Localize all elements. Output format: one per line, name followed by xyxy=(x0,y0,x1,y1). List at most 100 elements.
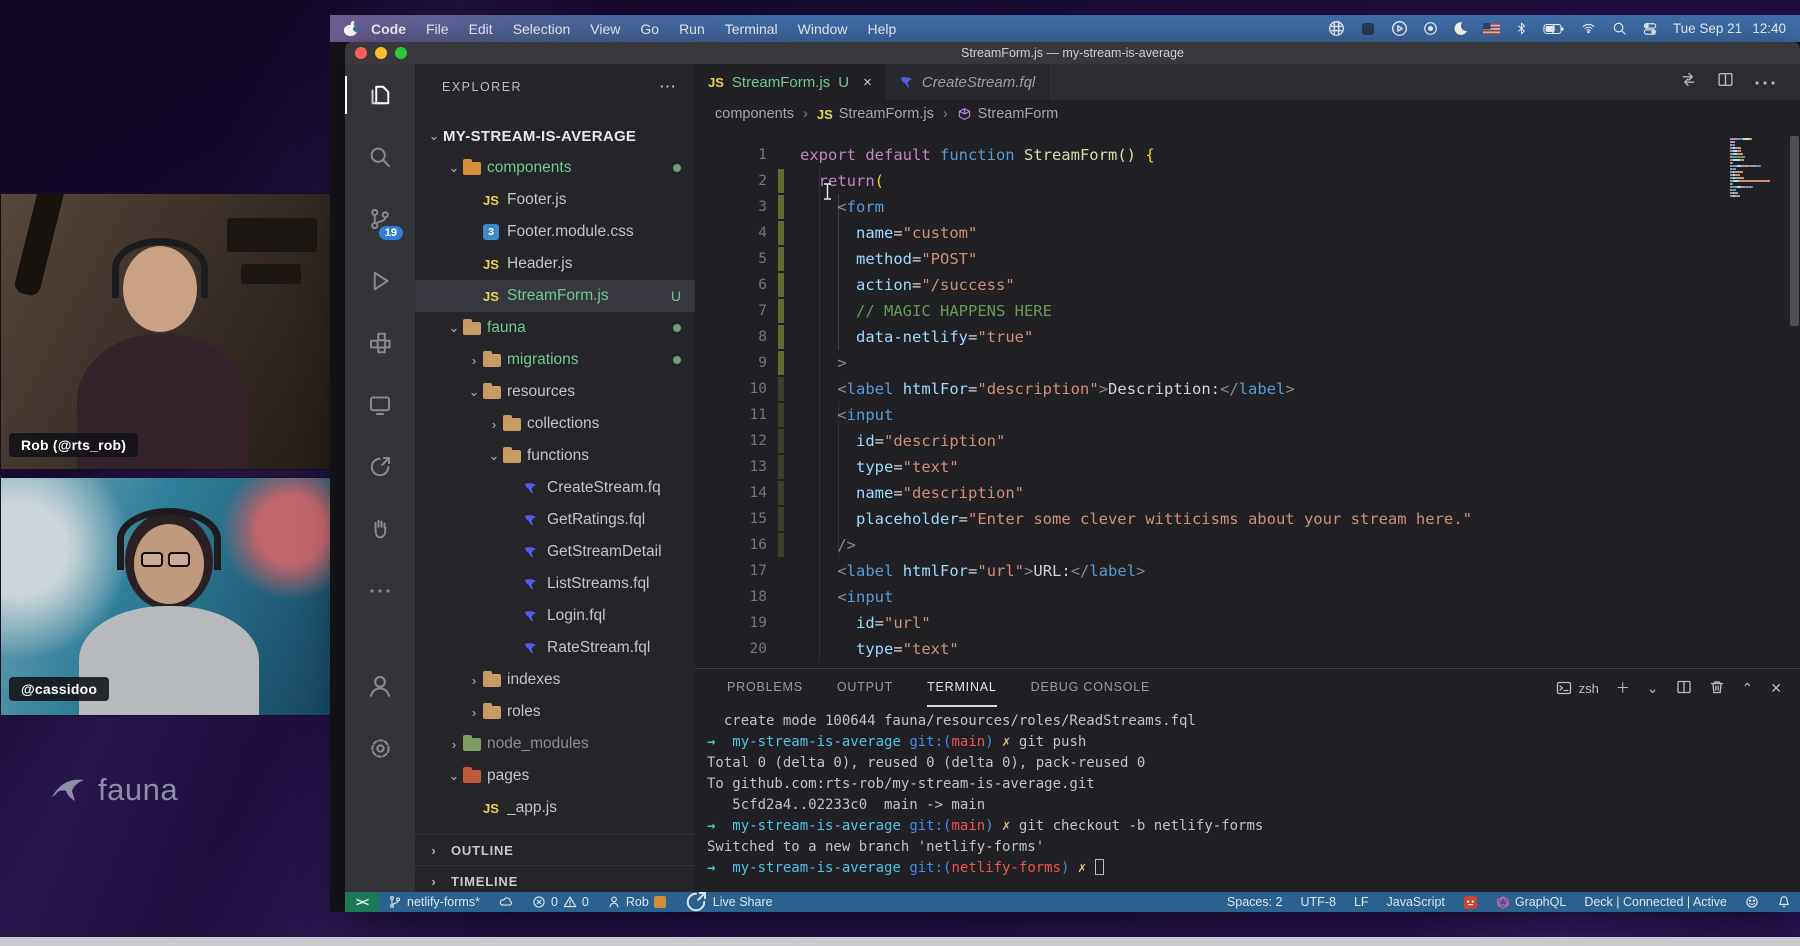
menu-item-file[interactable]: File xyxy=(416,21,459,37)
panel-tab-terminal[interactable]: TERMINAL xyxy=(927,669,997,707)
editor-action-more-actions[interactable] xyxy=(1754,73,1776,91)
tree-item-streamform-js[interactable]: JSStreamForm.jsU xyxy=(415,280,695,312)
editor-tab-createstream-fql[interactable]: CreateStream.fql xyxy=(886,64,1049,100)
tree-item-ratestream-fql[interactable]: RateStream.fql xyxy=(415,632,695,664)
macos-menu-bar: CodeFileEditSelectionViewGoRunTerminalWi… xyxy=(330,15,1800,42)
status-deck-status[interactable]: Deck | Connected | Active xyxy=(1575,892,1736,912)
editor-scrollbar[interactable] xyxy=(1790,136,1799,326)
tree-item-footer-module-css[interactable]: 3Footer.module.css xyxy=(415,216,695,248)
tree-item-label: functions xyxy=(527,447,589,465)
activity-source-control[interactable]: 19 xyxy=(345,188,415,250)
tree-item-getstreamdetails-fql[interactable]: GetStreamDetails.fql xyxy=(415,536,695,568)
menu-item-help[interactable]: Help xyxy=(857,21,906,37)
tree-item-footer-js[interactable]: JSFooter.js xyxy=(415,184,695,216)
activity-search[interactable] xyxy=(345,126,415,188)
css-file-icon: 3 xyxy=(483,224,507,240)
tree-item-getratings-fql[interactable]: GetRatings.fql xyxy=(415,504,695,536)
tree-item-header-js[interactable]: JSHeader.js xyxy=(415,248,695,280)
activity-extensions[interactable] xyxy=(345,312,415,374)
tree-item-createstream-fql[interactable]: CreateStream.fql xyxy=(415,472,695,504)
activity-run-debug[interactable] xyxy=(345,250,415,312)
status-feedback[interactable] xyxy=(1736,892,1768,912)
menu-item-edit[interactable]: Edit xyxy=(459,21,503,37)
tree-item-components[interactable]: ⌄components xyxy=(415,152,695,184)
tree-item-indexes[interactable]: ›indexes xyxy=(415,664,695,696)
tree-item-migrations[interactable]: ›migrations xyxy=(415,344,695,376)
close-panel-icon[interactable]: ✕ xyxy=(1770,680,1782,697)
tab-close-icon[interactable]: × xyxy=(863,74,872,91)
fauna-file-icon xyxy=(523,577,547,592)
tree-item-collections[interactable]: ›collections xyxy=(415,408,695,440)
terminal-instance-picker[interactable]: zsh xyxy=(1556,680,1599,696)
status-notifications[interactable] xyxy=(1768,892,1800,912)
tree-item-roles[interactable]: ›roles xyxy=(415,696,695,728)
activity-raised-hand[interactable] xyxy=(345,498,415,560)
menu-item-terminal[interactable]: Terminal xyxy=(715,21,788,37)
activity-explorer[interactable] xyxy=(345,64,415,126)
status-eol[interactable]: LF xyxy=(1345,892,1378,912)
code-editor[interactable]: 1export default function StreamForm() {2… xyxy=(695,128,1800,668)
explorer-more-actions-icon[interactable]: ⋯ xyxy=(659,77,677,97)
status-language-mode[interactable]: JavaScript xyxy=(1378,892,1454,912)
breadcrumb-components[interactable]: components xyxy=(715,106,794,122)
menu-item-window[interactable]: Window xyxy=(788,21,858,37)
menu-item-run[interactable]: Run xyxy=(669,21,715,37)
tree-item--app-js[interactable]: JS_app.js xyxy=(415,792,695,824)
tree-item-liststreams-fql[interactable]: ListStreams.fql xyxy=(415,568,695,600)
terminal-dropdown-icon[interactable]: ⌄ xyxy=(1647,680,1659,697)
status-encoding[interactable]: UTF-8 xyxy=(1292,892,1345,912)
activity-more-actions[interactable] xyxy=(345,560,415,622)
breadcrumb-streamform[interactable]: StreamForm xyxy=(957,106,1059,122)
maximize-panel-icon[interactable]: ⌃ xyxy=(1742,680,1754,697)
user-avatar xyxy=(654,896,666,908)
menu-item-code[interactable]: Code xyxy=(361,21,416,37)
new-terminal-icon[interactable]: ＋ xyxy=(1616,678,1630,698)
window-title-bar[interactable]: StreamForm.js — my-stream-is-average xyxy=(345,42,1800,64)
status-remote-indicator[interactable]: >< xyxy=(345,892,379,912)
activity-live-share[interactable] xyxy=(345,436,415,498)
minimap[interactable] xyxy=(1730,138,1786,198)
activity-account[interactable] xyxy=(345,655,415,717)
status-graphql-status[interactable]: GraphQL xyxy=(1487,892,1575,912)
split-terminal-icon[interactable] xyxy=(1676,679,1692,698)
apple-menu-icon[interactable] xyxy=(344,22,357,36)
sidebar-section-outline[interactable]: ›OUTLINE xyxy=(415,834,695,865)
editor-action-split-editor[interactable] xyxy=(1717,71,1734,93)
sidebar-section-timeline[interactable]: ›TIMELINE xyxy=(415,865,695,896)
code-text: return( xyxy=(800,168,884,194)
status-indentation[interactable]: Spaces: 2 xyxy=(1218,892,1292,912)
terminal-output[interactable]: create mode 100644 fauna/resources/roles… xyxy=(695,707,1800,892)
live-share-icon xyxy=(368,455,392,479)
menu-item-view[interactable]: View xyxy=(580,21,630,37)
tree-item-my-stream-is-average[interactable]: ⌄MY-STREAM-IS-AVERAGE xyxy=(415,120,695,152)
tree-item-resources[interactable]: ⌄resources xyxy=(415,376,695,408)
tree-item-login-fql[interactable]: Login.fql xyxy=(415,600,695,632)
menu-item-go[interactable]: Go xyxy=(630,21,669,37)
kill-terminal-icon[interactable] xyxy=(1709,679,1725,698)
trash-icon xyxy=(1709,679,1725,695)
line-number: 12 xyxy=(695,428,767,454)
panel-tab-problems[interactable]: PROBLEMS xyxy=(727,669,803,707)
red-badge-icon xyxy=(1463,895,1478,910)
tree-item-label: collections xyxy=(527,415,599,433)
tree-item-label: GetRatings.fql xyxy=(547,511,645,529)
gutter xyxy=(767,454,800,480)
editor-action-open-changes[interactable] xyxy=(1680,71,1697,93)
status-extension-badge[interactable] xyxy=(1454,892,1487,912)
breadcrumb-streamform.js[interactable]: JSStreamForm.js xyxy=(817,106,934,122)
tree-item-functions[interactable]: ⌄functions xyxy=(415,440,695,472)
panel-tab-output[interactable]: OUTPUT xyxy=(837,669,893,707)
menu-item-selection[interactable]: Selection xyxy=(503,21,581,37)
panel-header: PROBLEMS OUTPUT TERMINAL DEBUG CONSOLE zsh ＋ ⌄… xyxy=(695,669,1800,707)
terminal-line: → my-stream-is-average git:(netlify-form… xyxy=(707,858,1800,879)
menu-bar-clock[interactable]: Tue Sep 21 12:40 xyxy=(1673,21,1786,36)
activity-settings-gear[interactable] xyxy=(345,717,415,779)
folder-icon xyxy=(483,674,507,687)
panel-tab-debug-console[interactable]: DEBUG CONSOLE xyxy=(1031,669,1150,707)
tree-item-pages[interactable]: ⌄pages xyxy=(415,760,695,792)
tree-item-node-modules[interactable]: ›node_modules xyxy=(415,728,695,760)
tree-item-fauna[interactable]: ⌄fauna xyxy=(415,312,695,344)
tree-item-label: Footer.js xyxy=(507,191,566,209)
activity-remote-preview[interactable] xyxy=(345,374,415,436)
editor-tab-streamform-js[interactable]: JSStreamForm.jsU× xyxy=(695,64,886,100)
